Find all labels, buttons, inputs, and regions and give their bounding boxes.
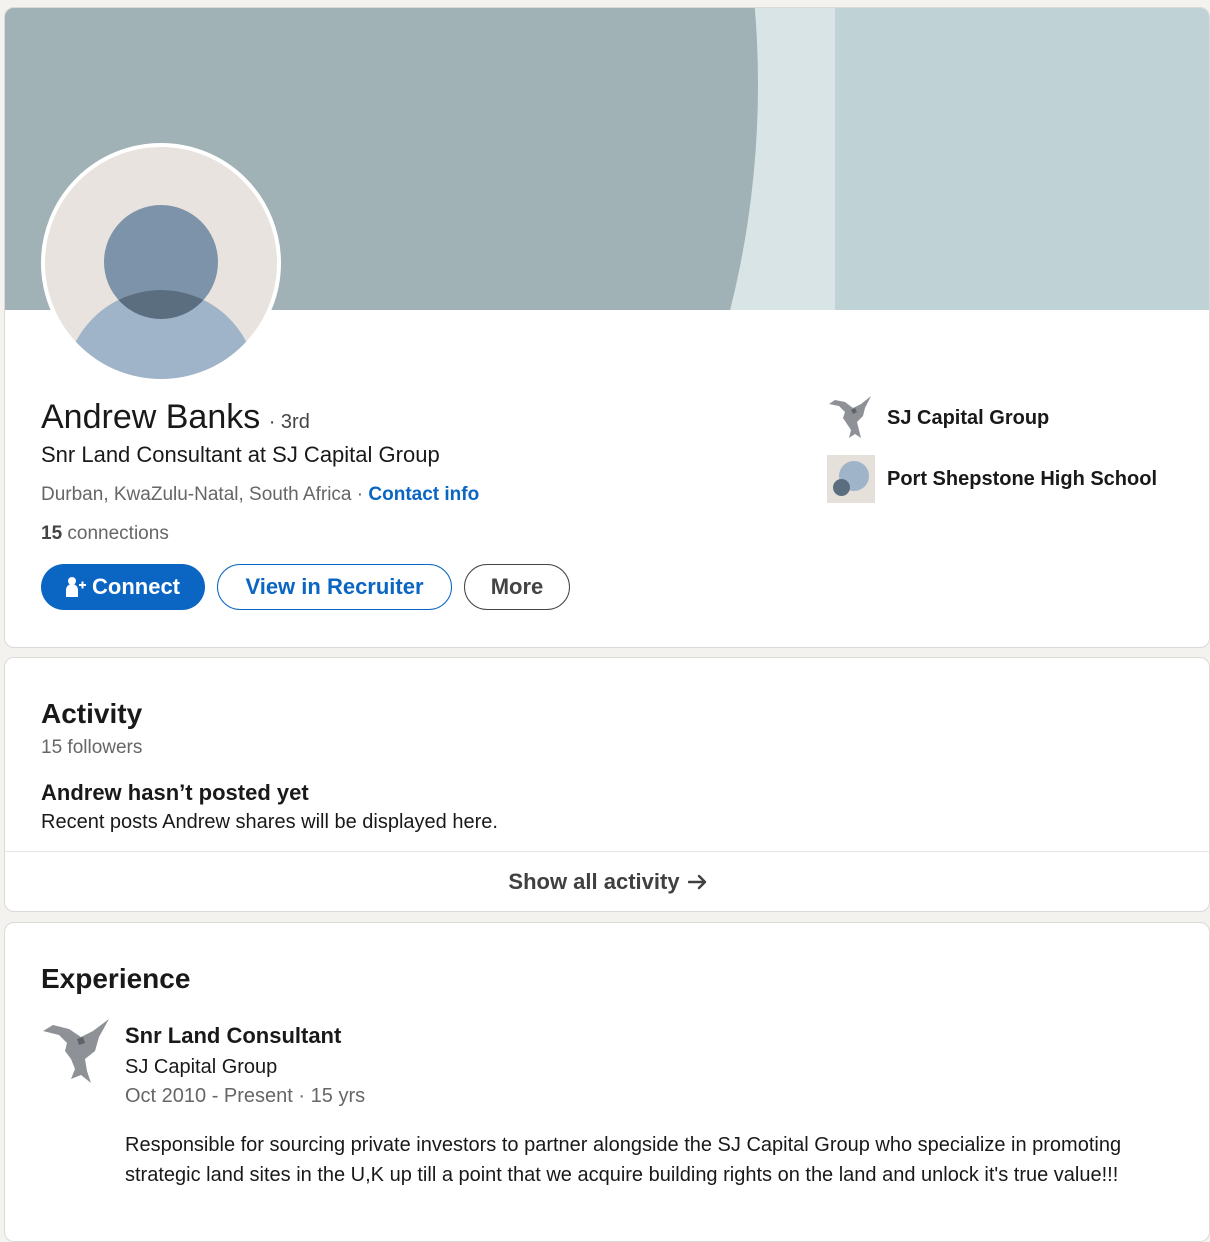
experience-dates: Oct 2010 - Present · 15 yrs (125, 1085, 366, 1107)
activity-card: Activity 15 followers Andrew hasn’t post… (4, 657, 1210, 912)
connections-count[interactable]: 15 connections (41, 523, 169, 545)
connection-degree: · 3rd (268, 411, 310, 433)
more-button[interactable]: More (464, 564, 570, 610)
followers-count: 15 followers (41, 737, 143, 758)
location-line: Durban, KwaZulu-Natal, South Africa · Co… (41, 484, 479, 506)
school-name: Port Shepstone High School (887, 467, 1158, 490)
view-in-recruiter-button[interactable]: View in Recruiter (217, 564, 452, 610)
contact-info-link[interactable]: Contact info (368, 484, 479, 505)
no-posts-title: Andrew hasn’t posted yet (41, 780, 309, 805)
experience-title: Experience (41, 963, 191, 994)
name-line: Andrew Banks · 3rd (41, 398, 310, 437)
connections-label: connections (62, 523, 169, 544)
school-logo-icon (827, 455, 875, 503)
eagle-logo-icon (829, 396, 871, 438)
activity-title: Activity (41, 698, 143, 729)
connect-button[interactable]: Connect (41, 564, 205, 610)
experience-description: Responsible for sourcing private investo… (125, 1134, 1122, 1186)
experience-company: SJ Capital Group (125, 1056, 278, 1078)
connect-label: Connect (92, 574, 180, 599)
school-link[interactable]: Port Shepstone High School (827, 455, 1157, 503)
no-posts-subtitle: Recent posts Andrew shares will be displ… (41, 811, 498, 833)
avatar[interactable] (41, 143, 281, 383)
show-all-activity-button[interactable]: Show all activity (5, 852, 1209, 911)
profile-name: Andrew Banks (41, 398, 261, 436)
company-name: SJ Capital Group (887, 406, 1050, 429)
add-person-icon (66, 577, 86, 597)
current-company-link[interactable]: SJ Capital Group (827, 394, 1049, 442)
experience-card: Experience Snr Land Consultant SJ Capita… (4, 922, 1210, 1242)
eagle-logo-icon[interactable] (41, 1017, 113, 1089)
profile-top-card: Andrew Banks · 3rd Snr Land Consultant a… (4, 7, 1210, 648)
profile-headline: Snr Land Consultant at SJ Capital Group (41, 442, 440, 467)
show-all-label: Show all activity (508, 869, 680, 894)
connections-number: 15 (41, 523, 63, 544)
separator: · (351, 484, 369, 505)
experience-role: Snr Land Consultant (125, 1023, 342, 1048)
profile-location: Durban, KwaZulu-Natal, South Africa (41, 484, 352, 505)
arrow-right-icon (687, 874, 706, 890)
